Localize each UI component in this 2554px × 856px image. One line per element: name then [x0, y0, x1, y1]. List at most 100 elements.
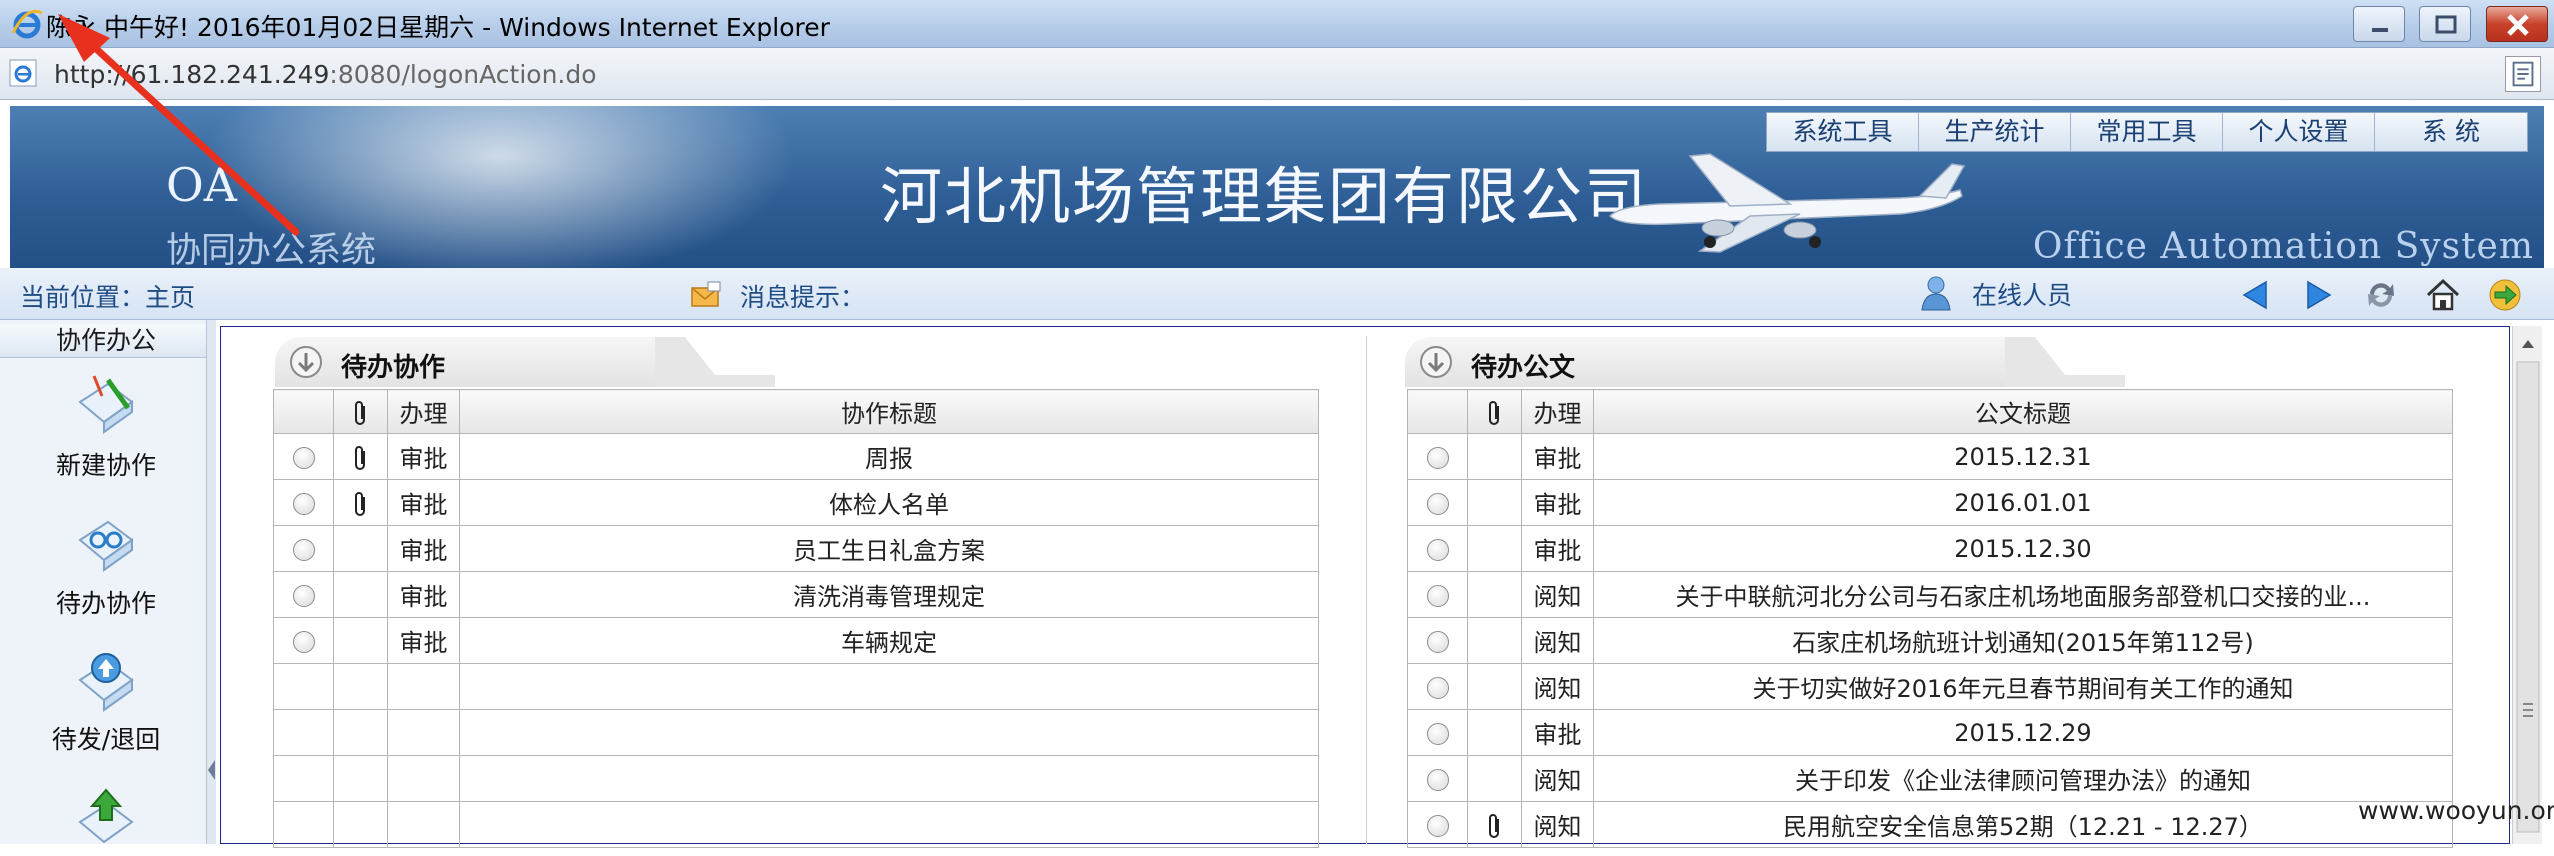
menu-system-tools[interactable]: 系统工具: [1767, 113, 1919, 151]
column-select: [1407, 389, 1468, 434]
sidebar-item-label: 待办协作: [55, 589, 156, 618]
row-radio[interactable]: [1426, 768, 1449, 791]
row-action: [387, 801, 460, 848]
message-icon[interactable]: [690, 280, 722, 310]
forward-arrow-icon[interactable]: [2300, 276, 2338, 314]
row-attachment: [1467, 617, 1522, 664]
table-row: [273, 663, 1319, 710]
close-button[interactable]: [2486, 6, 2548, 42]
online-user-icon[interactable]: [1918, 274, 1954, 312]
row-subject: [459, 709, 1319, 756]
row-subject[interactable]: 关于切实做好2016年元旦春节期间有关工作的通知: [1593, 663, 2453, 710]
table-row[interactable]: 审批 员工生日礼盒方案: [273, 525, 1319, 572]
row-subject[interactable]: 周报: [459, 433, 1319, 480]
row-subject[interactable]: 体检人名单: [459, 479, 1319, 526]
address-prefix: http://: [54, 60, 131, 89]
table-row: [273, 709, 1319, 756]
row-radio[interactable]: [1426, 584, 1449, 607]
row-radio[interactable]: [292, 538, 315, 561]
table-row[interactable]: 审批 2015.12.30: [1407, 525, 2453, 572]
row-subject[interactable]: 民用航空安全信息第52期（12.21 - 12.27）: [1593, 801, 2453, 848]
row-radio[interactable]: [292, 584, 315, 607]
column-subject: 公文标题: [1593, 389, 2453, 434]
column-select: [273, 389, 334, 434]
menu-personal-settings[interactable]: 个人设置: [2223, 113, 2375, 151]
send-return-icon: [78, 653, 134, 712]
table-row[interactable]: 阅知 石家庄机场航班计划通知(2015年第112号): [1407, 617, 2453, 664]
table-row[interactable]: 阅知 关于印发《企业法律顾问管理办法》的通知: [1407, 755, 2453, 802]
table-header-row: 办理 公文标题: [1407, 389, 2453, 434]
row-subject[interactable]: 关于印发《企业法律顾问管理办法》的通知: [1593, 755, 2453, 802]
menu-system[interactable]: 系 统: [2375, 113, 2527, 151]
close-icon: [2507, 14, 2529, 36]
row-action: [387, 755, 460, 802]
minimize-icon: [2372, 28, 2388, 32]
collapse-arrow-icon[interactable]: [208, 760, 215, 780]
window-title-bar: 陈永 中午好! 2016年01月02日星期六 - Windows Interne…: [0, 0, 2554, 48]
row-subject[interactable]: 车辆规定: [459, 617, 1319, 664]
row-radio[interactable]: [1426, 630, 1449, 653]
vertical-scrollbar[interactable]: [2512, 326, 2542, 844]
row-attachment: [333, 433, 388, 480]
sidebar-splitter[interactable]: [206, 320, 216, 844]
menu-common-tools[interactable]: 常用工具: [2071, 113, 2223, 151]
row-subject[interactable]: 清洗消毒管理规定: [459, 571, 1319, 618]
paperclip-icon: [1488, 813, 1499, 838]
row-action: 审批: [387, 525, 460, 572]
maximize-button[interactable]: [2419, 6, 2471, 42]
row-attachment: [333, 663, 388, 710]
row-subject[interactable]: 石家庄机场航班计划通知(2015年第112号): [1593, 617, 2453, 664]
back-arrow-icon[interactable]: [2236, 276, 2274, 314]
exit-icon[interactable]: [2486, 276, 2524, 314]
table-row[interactable]: 阅知 关于切实做好2016年元旦春节期间有关工作的通知: [1407, 663, 2453, 710]
table-row[interactable]: 审批 清洗消毒管理规定: [273, 571, 1319, 618]
sidebar-item-pending-collab[interactable]: 待办协作: [0, 510, 212, 620]
row-radio[interactable]: [292, 492, 315, 515]
row-subject[interactable]: 2015.12.29: [1593, 709, 2453, 756]
column-action: 办理: [1521, 389, 1594, 434]
row-select: [273, 755, 334, 802]
table-row[interactable]: 审批 车辆规定: [273, 617, 1319, 664]
table-row[interactable]: 阅知 民用航空安全信息第52期（12.21 - 12.27）: [1407, 801, 2453, 848]
row-radio[interactable]: [1426, 722, 1449, 745]
row-radio[interactable]: [1426, 492, 1449, 515]
sidebar-item-new-collab[interactable]: 新建协作: [0, 372, 212, 482]
address-bar: http://61.182.241.249:8080/logonAction.d…: [0, 48, 2554, 100]
table-row[interactable]: 审批 2015.12.29: [1407, 709, 2453, 756]
row-radio[interactable]: [1426, 676, 1449, 699]
row-action: [387, 663, 460, 710]
row-subject[interactable]: 关于中联航河北分公司与石家庄机场地面服务部登机口交接的业...: [1593, 571, 2453, 618]
collapse-down-icon[interactable]: [1419, 345, 1453, 379]
home-icon[interactable]: [2424, 276, 2462, 314]
online-users-link[interactable]: 在线人员: [1972, 276, 2072, 312]
row-subject[interactable]: 2016.01.01: [1593, 479, 2453, 526]
row-select: [1407, 755, 1468, 802]
row-radio[interactable]: [1426, 814, 1449, 837]
row-subject[interactable]: 2015.12.30: [1593, 525, 2453, 572]
table-row[interactable]: 审批 2016.01.01: [1407, 479, 2453, 526]
row-radio[interactable]: [1426, 538, 1449, 561]
table-row[interactable]: 审批 2015.12.31: [1407, 433, 2453, 480]
compatibility-view-icon[interactable]: [2505, 56, 2541, 92]
table-row[interactable]: 阅知 关于中联航河北分公司与石家庄机场地面服务部登机口交接的业...: [1407, 571, 2453, 618]
row-subject[interactable]: 2015.12.31: [1593, 433, 2453, 480]
table-row[interactable]: 审批 周报: [273, 433, 1319, 480]
address-url[interactable]: http://61.182.241.249:8080/logonAction.d…: [54, 60, 597, 89]
row-subject[interactable]: 员工生日礼盒方案: [459, 525, 1319, 572]
row-radio[interactable]: [292, 630, 315, 653]
sidebar-item-upload[interactable]: [0, 786, 212, 856]
sidebar-header: 协作办公: [0, 324, 212, 358]
row-radio[interactable]: [1426, 446, 1449, 469]
row-select: [273, 709, 334, 756]
upload-icon: [78, 788, 134, 844]
sidebar-item-label: 待发/退回: [51, 725, 161, 754]
collapse-down-icon[interactable]: [289, 345, 323, 379]
row-action: 审批: [1521, 433, 1594, 480]
menu-production-stats[interactable]: 生产统计: [1919, 113, 2071, 151]
row-radio[interactable]: [292, 446, 315, 469]
sidebar-item-send-return[interactable]: 待发/退回: [0, 646, 212, 756]
minimize-button[interactable]: [2353, 6, 2405, 42]
row-attachment: [1467, 479, 1522, 526]
table-row[interactable]: 审批 体检人名单: [273, 479, 1319, 526]
refresh-icon[interactable]: [2362, 276, 2400, 314]
